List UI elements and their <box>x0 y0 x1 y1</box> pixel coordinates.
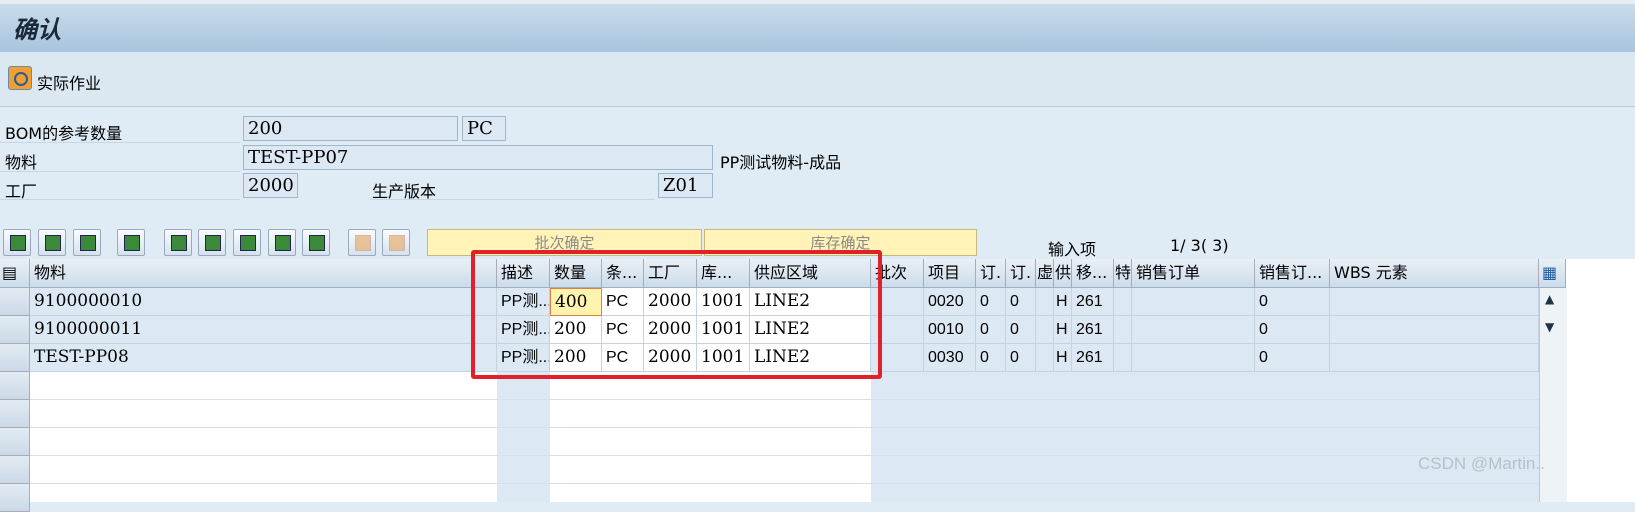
table-cell[interactable]: 0020 <box>924 288 976 316</box>
column-header[interactable]: 订. <box>1006 259 1036 288</box>
notification-button[interactable] <box>382 229 410 256</box>
column-header[interactable]: WBS 元素 <box>1330 259 1539 288</box>
highlight-box <box>471 250 882 379</box>
table-cell[interactable]: H <box>1054 316 1072 344</box>
label-underline <box>0 142 240 143</box>
table-cell[interactable]: 0 <box>976 288 1006 316</box>
table-cell[interactable] <box>1330 288 1539 316</box>
window-title: 确认 <box>13 15 61 44</box>
table-cell[interactable]: 0 <box>1006 316 1036 344</box>
column-header[interactable]: 移... <box>1072 259 1114 288</box>
row-divider <box>30 399 1539 400</box>
table-cell[interactable] <box>1330 344 1539 372</box>
material-label: 物料 <box>5 153 38 172</box>
bom-ref-qty-label: BOM的参考数量 <box>5 124 123 143</box>
material-description: PP测试物料-成品 <box>720 153 842 172</box>
table-cell[interactable]: 0 <box>1006 288 1036 316</box>
actual-activity-button[interactable]: 实际作业 <box>37 70 101 94</box>
deselect-all-button[interactable] <box>73 229 101 256</box>
material-field[interactable]: TEST-PP07 <box>243 145 713 170</box>
hierarchy-button[interactable] <box>348 229 376 256</box>
table-cell[interactable]: 0 <box>1255 288 1330 316</box>
row-selector[interactable] <box>0 400 30 428</box>
column-settings-icon[interactable]: ▤ <box>0 259 30 288</box>
row-selector[interactable] <box>0 316 30 344</box>
table-cell[interactable] <box>1036 288 1054 316</box>
copy-button[interactable] <box>302 229 330 256</box>
label-underline <box>0 171 240 172</box>
row-selector[interactable] <box>0 288 30 316</box>
bom-ref-qty-unit-field[interactable]: PC <box>462 116 506 141</box>
table-cell[interactable] <box>1036 316 1054 344</box>
row-selector[interactable] <box>0 372 30 400</box>
table-cell[interactable] <box>1114 316 1132 344</box>
plant-field[interactable]: 2000 <box>243 173 298 198</box>
table-cell[interactable] <box>1114 288 1132 316</box>
entry-count-label: 输入项 <box>1048 240 1097 259</box>
column-header[interactable]: 项目 <box>924 259 976 288</box>
column-header[interactable]: 销售订单 <box>1132 259 1255 288</box>
table-cell[interactable] <box>1330 316 1539 344</box>
layout-icon[interactable]: ▦ <box>1539 259 1566 288</box>
column-header[interactable]: 供 <box>1054 259 1072 288</box>
sort-ascending-button[interactable] <box>198 229 226 256</box>
bom-ref-qty-field[interactable]: 200 <box>243 116 458 141</box>
column-header[interactable]: 虚 <box>1036 259 1054 288</box>
row-divider <box>30 483 1539 484</box>
filter-button[interactable] <box>268 229 296 256</box>
row-selector[interactable] <box>0 428 30 456</box>
table-cell[interactable]: 261 <box>1072 344 1114 372</box>
title-bar <box>0 0 1635 52</box>
table-cell[interactable]: 0 <box>1255 316 1330 344</box>
row-divider <box>30 427 1539 428</box>
table-cell[interactable]: 261 <box>1072 288 1114 316</box>
select-all-button[interactable] <box>38 229 66 256</box>
table-cell[interactable]: 9100000010 <box>30 288 497 316</box>
table-cell[interactable] <box>1114 344 1132 372</box>
table-cell[interactable]: 0030 <box>924 344 976 372</box>
details-button[interactable] <box>3 229 31 256</box>
sort-descending-button[interactable] <box>233 229 261 256</box>
label-underline <box>0 199 240 200</box>
scroll-up-icon[interactable]: ▲ <box>1545 292 1554 306</box>
table-cell[interactable]: 0 <box>976 344 1006 372</box>
table-cell[interactable]: 9100000011 <box>30 316 497 344</box>
table-cell[interactable]: 0010 <box>924 316 976 344</box>
table-cell[interactable] <box>1132 316 1255 344</box>
table-cell[interactable] <box>1132 344 1255 372</box>
entry-count-value: 1/ 3( 3) <box>1170 236 1229 255</box>
row-selector[interactable] <box>0 484 30 512</box>
column-header[interactable]: 特 <box>1114 259 1132 288</box>
table-cell[interactable]: 0 <box>1006 344 1036 372</box>
column-header[interactable]: 订. <box>976 259 1006 288</box>
table-cell[interactable]: H <box>1054 288 1072 316</box>
production-version-field[interactable]: Z01 <box>658 173 713 198</box>
scroll-down-icon[interactable]: ▼ <box>1545 320 1554 334</box>
table-cell[interactable]: H <box>1054 344 1072 372</box>
table-cell[interactable]: 0 <box>1255 344 1330 372</box>
find-button[interactable] <box>164 229 192 256</box>
row-divider <box>30 455 1539 456</box>
column-header[interactable]: 物料 <box>30 259 497 288</box>
actual-activity-icon[interactable] <box>8 66 32 90</box>
table-cell[interactable] <box>1132 288 1255 316</box>
row-selector[interactable] <box>0 456 30 484</box>
application-toolbar <box>0 52 1635 107</box>
row-selector[interactable] <box>0 344 30 372</box>
table-cell[interactable]: 261 <box>1072 316 1114 344</box>
table-cell[interactable]: 0 <box>976 316 1006 344</box>
label-underline <box>370 199 655 200</box>
delete-row-button[interactable] <box>117 229 145 256</box>
table-cell[interactable]: TEST-PP08 <box>30 344 497 372</box>
column-header[interactable]: 销售订... <box>1255 259 1330 288</box>
table-cell[interactable] <box>1036 344 1054 372</box>
watermark: CSDN @Martin.. <box>1418 454 1545 473</box>
